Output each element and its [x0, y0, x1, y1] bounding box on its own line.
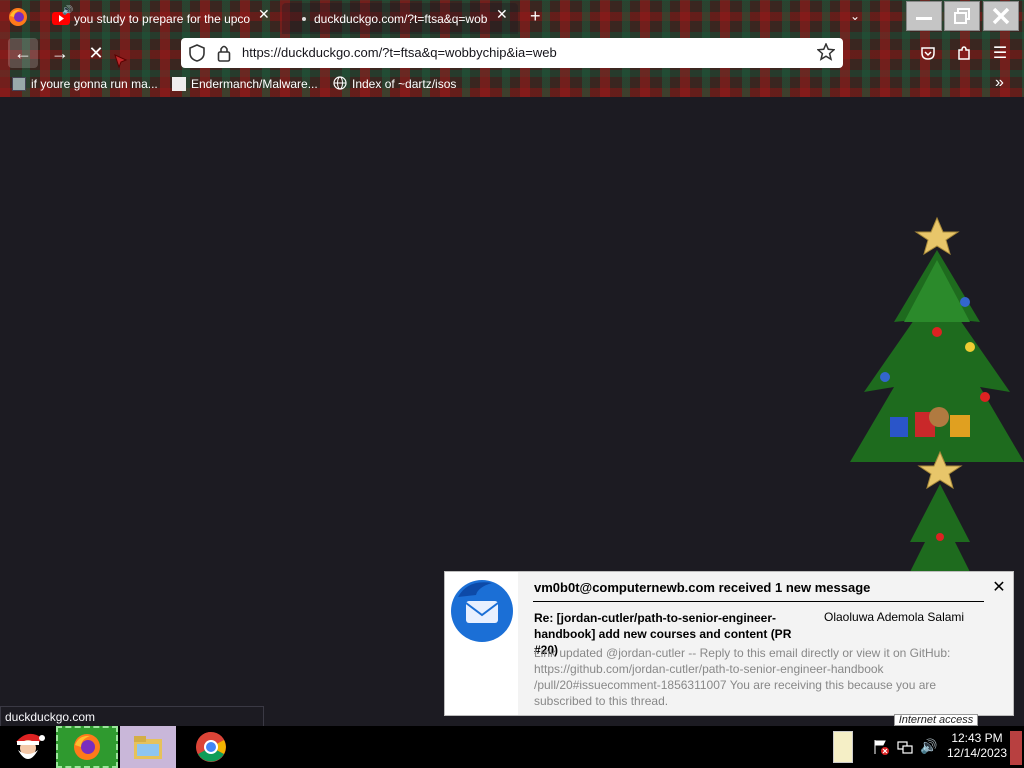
bookmark-label: Endermanch/Malware... — [191, 77, 318, 91]
extensions-icon[interactable] — [950, 40, 978, 66]
minimize-button[interactable] — [906, 1, 942, 31]
clock-time[interactable]: 12:43 PM — [945, 731, 1009, 745]
bookmark-item[interactable]: Index of ~dartz/isos — [333, 73, 456, 95]
forward-arrow-icon: → — [51, 42, 69, 63]
hamburger-menu-icon[interactable]: ☰ — [986, 40, 1014, 66]
start-button[interactable] — [6, 726, 50, 768]
firefox-icon — [74, 734, 100, 760]
restore-icon — [954, 8, 970, 24]
folder-icon — [134, 736, 162, 759]
tab-youtube[interactable]: 🔊 you study to prepare for the upco — [46, 3, 280, 34]
network-icon[interactable] — [897, 739, 913, 760]
tab-label: you study to prepare for the upco — [74, 11, 251, 26]
lock-icon[interactable] — [217, 44, 231, 67]
firefox-icon[interactable] — [8, 7, 28, 27]
notification-title: vm0b0t@computernewb.com received 1 new m… — [534, 580, 871, 595]
close-icon: ✕ — [992, 579, 1006, 596]
tab-duckduckgo[interactable]: duckduckgo.com/?t=ftsa&q=wob — [282, 3, 518, 34]
browser-chrome: 🔊 you study to prepare for the upco ✕ du… — [0, 0, 1024, 97]
tab-close-icon[interactable]: ✕ — [258, 6, 270, 23]
taskbar-firefox[interactable] — [56, 726, 118, 768]
sticky-notes-icon[interactable] — [833, 731, 853, 763]
address-bar[interactable]: https://duckduckgo.com/?t=ftsa&q=wobbych… — [181, 38, 843, 68]
close-window-button[interactable] — [983, 1, 1019, 31]
santa-start-icon — [16, 733, 45, 759]
github-page-icon — [172, 77, 186, 91]
action-center-flag-icon[interactable] — [873, 739, 889, 760]
clock-date[interactable]: 12/14/2023 — [945, 746, 1009, 760]
close-notification-button[interactable]: ✕ — [989, 577, 1009, 597]
pocket-icon[interactable] — [914, 40, 942, 66]
stop-icon: ✕ — [88, 42, 104, 63]
message-sender: Olaoluwa Ademola Salami — [824, 610, 965, 624]
divider — [533, 601, 984, 602]
stop-button[interactable]: ✕ — [81, 38, 111, 68]
bookmark-item[interactable]: if youre gonna run ma... — [12, 73, 158, 95]
forward-button[interactable]: → — [45, 38, 75, 68]
taskbar: 🔊 — [0, 726, 1024, 768]
floppy-disk-icon — [12, 77, 26, 91]
bookmark-label: if youre gonna run ma... — [31, 77, 158, 91]
bookmark-item[interactable]: Endermanch/Malware... — [172, 73, 318, 95]
bookmark-star-icon[interactable] — [816, 42, 836, 66]
more-bookmarks-chevron-icon[interactable]: » — [995, 74, 1004, 92]
restore-button[interactable] — [944, 1, 980, 31]
back-button[interactable]: ← — [8, 38, 38, 68]
status-url: duckduckgo.com — [0, 706, 264, 727]
globe-icon — [333, 75, 347, 93]
new-mail-notification[interactable]: vm0b0t@computernewb.com received 1 new m… — [444, 571, 1014, 716]
new-tab-button[interactable]: + — [530, 6, 541, 27]
message-preview: Link updated @jordan-cutler -- Reply to … — [534, 646, 951, 708]
thunderbird-icon — [451, 580, 513, 642]
loading-dot-icon — [302, 16, 306, 21]
tab-close-icon[interactable]: ✕ — [496, 6, 508, 23]
notification-icon-area — [445, 572, 518, 715]
taskbar-file-explorer[interactable] — [120, 726, 176, 768]
tracking-shield-icon[interactable] — [189, 44, 205, 67]
url-text: https://duckduckgo.com/?t=ftsa&q=wobbych… — [242, 45, 557, 60]
back-arrow-icon: ← — [14, 42, 32, 63]
list-tabs-chevron-icon[interactable]: ⌄ — [850, 9, 860, 23]
minimize-icon — [916, 16, 932, 20]
close-icon — [992, 7, 1010, 25]
speaker-icon[interactable]: 🔊 — [62, 5, 73, 16]
tab-label: duckduckgo.com/?t=ftsa&q=wob — [314, 11, 488, 26]
mouse-cursor-icon — [114, 54, 128, 73]
bookmark-label: Index of ~dartz/isos — [352, 77, 457, 91]
volume-icon[interactable]: 🔊 — [920, 738, 937, 755]
screen: 🔊 you study to prepare for the upco ✕ du… — [0, 0, 1024, 768]
chrome-icon — [196, 732, 226, 762]
internet-access-tooltip: Internet access — [894, 714, 978, 726]
show-desktop-button[interactable] — [1010, 731, 1022, 765]
taskbar-chrome[interactable] — [190, 726, 232, 768]
